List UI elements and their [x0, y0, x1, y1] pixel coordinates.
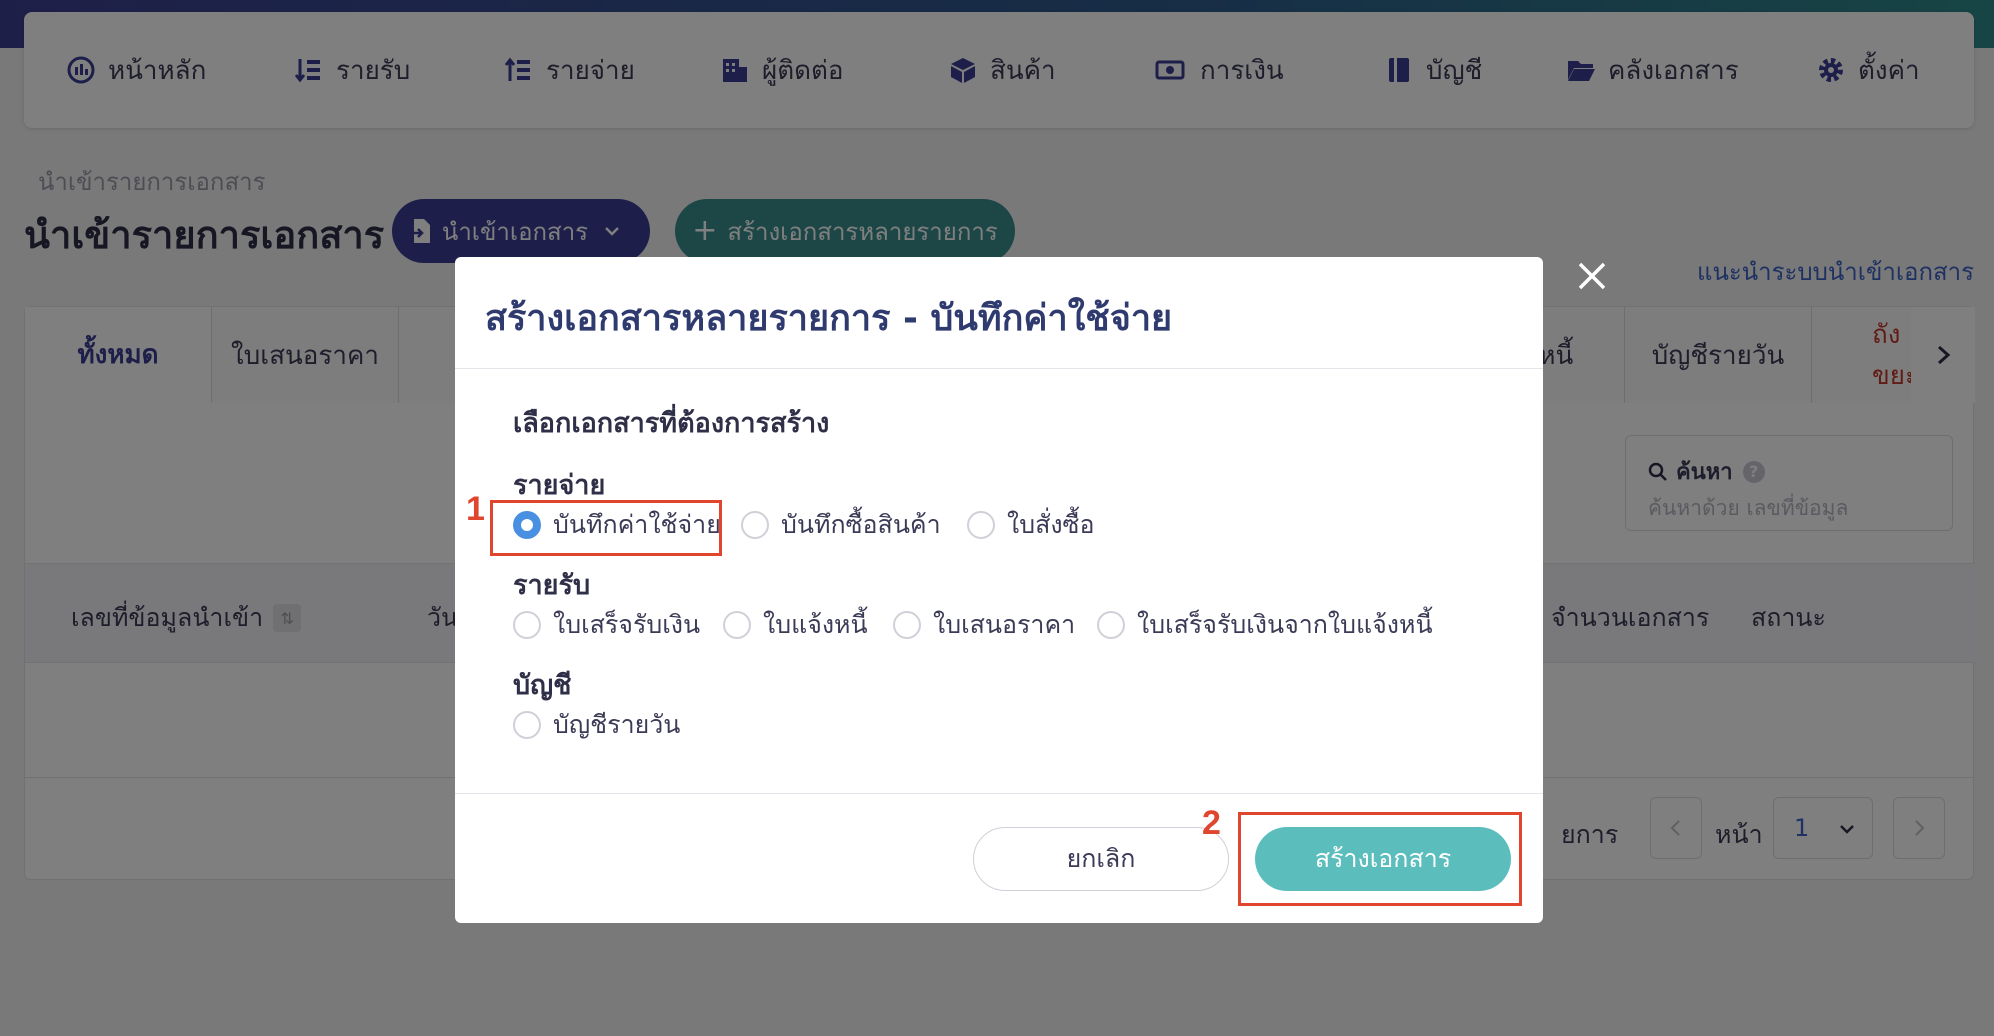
annotation-box-1 [490, 500, 722, 556]
cancel-button[interactable]: ยกเลิก [973, 827, 1229, 891]
radio-button[interactable] [967, 511, 995, 539]
radio-button[interactable] [893, 611, 921, 639]
radio-label: ใบสั่งซื้อ [1007, 510, 1095, 539]
modal-footer-divider [455, 793, 1543, 794]
radio-label: ใบแจ้งหนี้ [763, 610, 868, 639]
radio-purchase-order[interactable]: ใบสั่งซื้อ [967, 505, 1095, 545]
radio-button[interactable] [513, 711, 541, 739]
radio-button[interactable] [1097, 611, 1125, 639]
radio-label: ใบเสนอราคา [933, 610, 1076, 639]
radio-journal[interactable]: บัญชีรายวัน [513, 705, 680, 745]
radio-label: ใบเสร็จรับเงิน [553, 610, 701, 639]
radio-label: บัญชีรายวัน [553, 710, 681, 739]
annotation-number-2: 2 [1202, 804, 1221, 842]
radio-quotation[interactable]: ใบเสนอราคา [893, 605, 1075, 645]
radio-invoice[interactable]: ใบแจ้งหนี้ [723, 605, 868, 645]
annotation-number-1: 1 [466, 490, 485, 528]
radio-purchase-record[interactable]: บันทึกซื้อสินค้า [741, 505, 941, 545]
modal-title: สร้างเอกสารหลายรายการ - บันทึกค่าใช้จ่าย [485, 298, 1173, 339]
modal-divider [455, 368, 1543, 369]
radio-label: ใบเสร็จรับเงินจากใบแจ้งหนี้ [1137, 610, 1433, 639]
group-label-accounting: บัญชี [513, 670, 572, 701]
close-icon[interactable] [1572, 256, 1612, 296]
group-label-income: รายรับ [513, 570, 591, 601]
radio-receipt[interactable]: ใบเสร็จรับเงิน [513, 605, 700, 645]
radio-button[interactable] [513, 611, 541, 639]
radio-label: บันทึกซื้อสินค้า [781, 510, 941, 539]
radio-button[interactable] [741, 511, 769, 539]
radio-receipt-from-invoice[interactable]: ใบเสร็จรับเงินจากใบแจ้งหนี้ [1097, 605, 1433, 645]
annotation-box-2 [1238, 812, 1522, 906]
radio-button[interactable] [723, 611, 751, 639]
modal-subtitle: เลือกเอกสารที่ต้องการสร้าง [513, 408, 830, 439]
